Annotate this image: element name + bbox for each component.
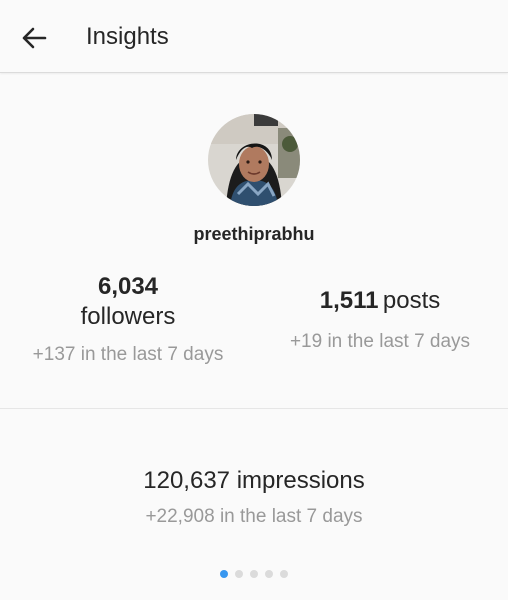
impressions-delta: +22,908 in the last 7 days <box>145 506 363 527</box>
impressions-stat: 120,637 impressions +22,908 in the last … <box>0 466 508 530</box>
posts-count: 1,511 <box>319 287 379 314</box>
posts-delta: +19 in the last 7 days <box>289 331 471 352</box>
page-title: Insights <box>86 23 169 50</box>
app-header: Insights <box>0 0 508 73</box>
followers-stat: 6,034 followers +137 in the last 7 days <box>30 272 226 368</box>
arrow-left-icon <box>22 27 47 49</box>
username: preethiprabhu <box>193 224 315 244</box>
avatar[interactable] <box>208 114 300 206</box>
followers-count: 6,034 <box>97 273 159 300</box>
section-divider <box>0 408 508 409</box>
page-dot[interactable] <box>280 570 288 578</box>
profile-photo-icon <box>208 114 300 206</box>
posts-label: posts <box>382 287 441 314</box>
back-button[interactable] <box>14 18 54 58</box>
impressions-count: 120,637 impressions <box>143 467 365 494</box>
page-dot[interactable] <box>265 570 273 578</box>
page-dot[interactable] <box>235 570 243 578</box>
page-dot[interactable] <box>220 570 228 578</box>
page-indicator <box>0 570 508 578</box>
followers-delta: +137 in the last 7 days <box>32 344 224 365</box>
followers-label: followers <box>80 303 176 330</box>
page-dot[interactable] <box>250 570 258 578</box>
posts-stat: 1,511 posts +19 in the last 7 days <box>282 286 478 355</box>
